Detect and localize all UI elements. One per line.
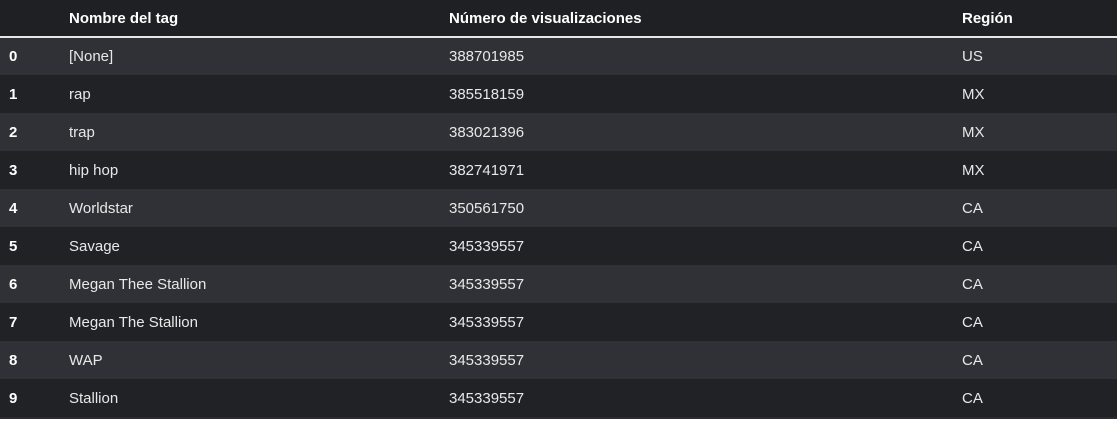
cell-view-count: 345339557: [449, 237, 525, 255]
row-index: 0: [9, 48, 18, 65]
row-index: 2: [9, 123, 18, 141]
cell-view-count: 388701985: [449, 48, 525, 65]
table-row: 6 Megan Thee Stallion 345339557 CA: [0, 265, 1117, 303]
cell-view-count: 382741971: [449, 161, 525, 179]
cell-view-count: 350561750: [449, 199, 525, 217]
table-body: 0 [None] 388701985 US 1 rap 385518159 MX 2 trap 38…: [0, 37, 1117, 417]
cell-tag-name: WAP: [69, 351, 103, 369]
cell-tag-name: Megan Thee Stallion: [69, 275, 207, 293]
table-row: 7 Megan The Stallion 345339557 CA: [0, 303, 1117, 341]
cell-tag-name: Stallion: [69, 389, 119, 407]
cell-tag-name: Worldstar: [69, 199, 133, 217]
cell-region: US: [962, 48, 983, 65]
table-row: 9 Stallion 345339557 CA: [0, 379, 1117, 417]
row-index: 1: [9, 85, 18, 103]
header-region: Región: [953, 0, 1117, 38]
cell-tag-name: [None]: [69, 48, 114, 65]
table-header: Nombre del tag Número de visualizaciones…: [0, 0, 1117, 38]
table-row: 3 hip hop 382741971 MX: [0, 151, 1117, 189]
header-tag-name: Nombre del tag: [60, 0, 440, 38]
header-row: Nombre del tag Número de visualizaciones…: [0, 0, 1117, 38]
cell-view-count: 345339557: [449, 313, 525, 331]
table-row: 2 trap 383021396 MX: [0, 113, 1117, 151]
cell-region: CA: [962, 199, 983, 217]
cell-tag-name: hip hop: [69, 161, 119, 179]
cell-region: CA: [962, 389, 983, 407]
cell-region: CA: [962, 275, 983, 293]
cell-tag-name: trap: [69, 123, 95, 141]
row-index: 3: [9, 161, 18, 179]
table-row: 5 Savage 345339557 CA: [0, 227, 1117, 265]
cell-region: CA: [962, 237, 983, 255]
row-index: 8: [9, 351, 18, 369]
table-row: 1 rap 385518159 MX: [0, 75, 1117, 113]
cell-tag-name: Savage: [69, 237, 120, 255]
header-index: [0, 0, 60, 38]
table-row: 0 [None] 388701985 US: [0, 37, 1117, 75]
cell-view-count: 383021396: [449, 123, 525, 141]
cell-view-count: 345339557: [449, 389, 525, 407]
cell-tag-name: rap: [69, 85, 91, 103]
cell-region: MX: [962, 85, 985, 103]
cell-view-count: 345339557: [449, 351, 525, 369]
table-row: 4 Worldstar 350561750 CA: [0, 189, 1117, 227]
cell-region: MX: [962, 161, 985, 179]
cell-tag-name: Megan The Stallion: [69, 313, 198, 331]
row-index: 6: [9, 275, 18, 293]
table-row: 8 WAP 345339557 CA: [0, 341, 1117, 379]
row-index: 9: [9, 389, 18, 407]
cell-view-count: 385518159: [449, 85, 525, 103]
cell-region: CA: [962, 313, 983, 331]
dataframe-table: Nombre del tag Número de visualizaciones…: [0, 0, 1117, 417]
cell-view-count: 345339557: [449, 275, 525, 293]
cell-region: CA: [962, 351, 983, 369]
row-index: 5: [9, 237, 18, 255]
dataframe-output: Nombre del tag Número de visualizaciones…: [0, 0, 1117, 419]
cell-region: MX: [962, 123, 985, 141]
header-view-count: Número de visualizaciones: [440, 0, 953, 38]
row-index: 7: [9, 313, 18, 331]
row-index: 4: [9, 199, 18, 217]
